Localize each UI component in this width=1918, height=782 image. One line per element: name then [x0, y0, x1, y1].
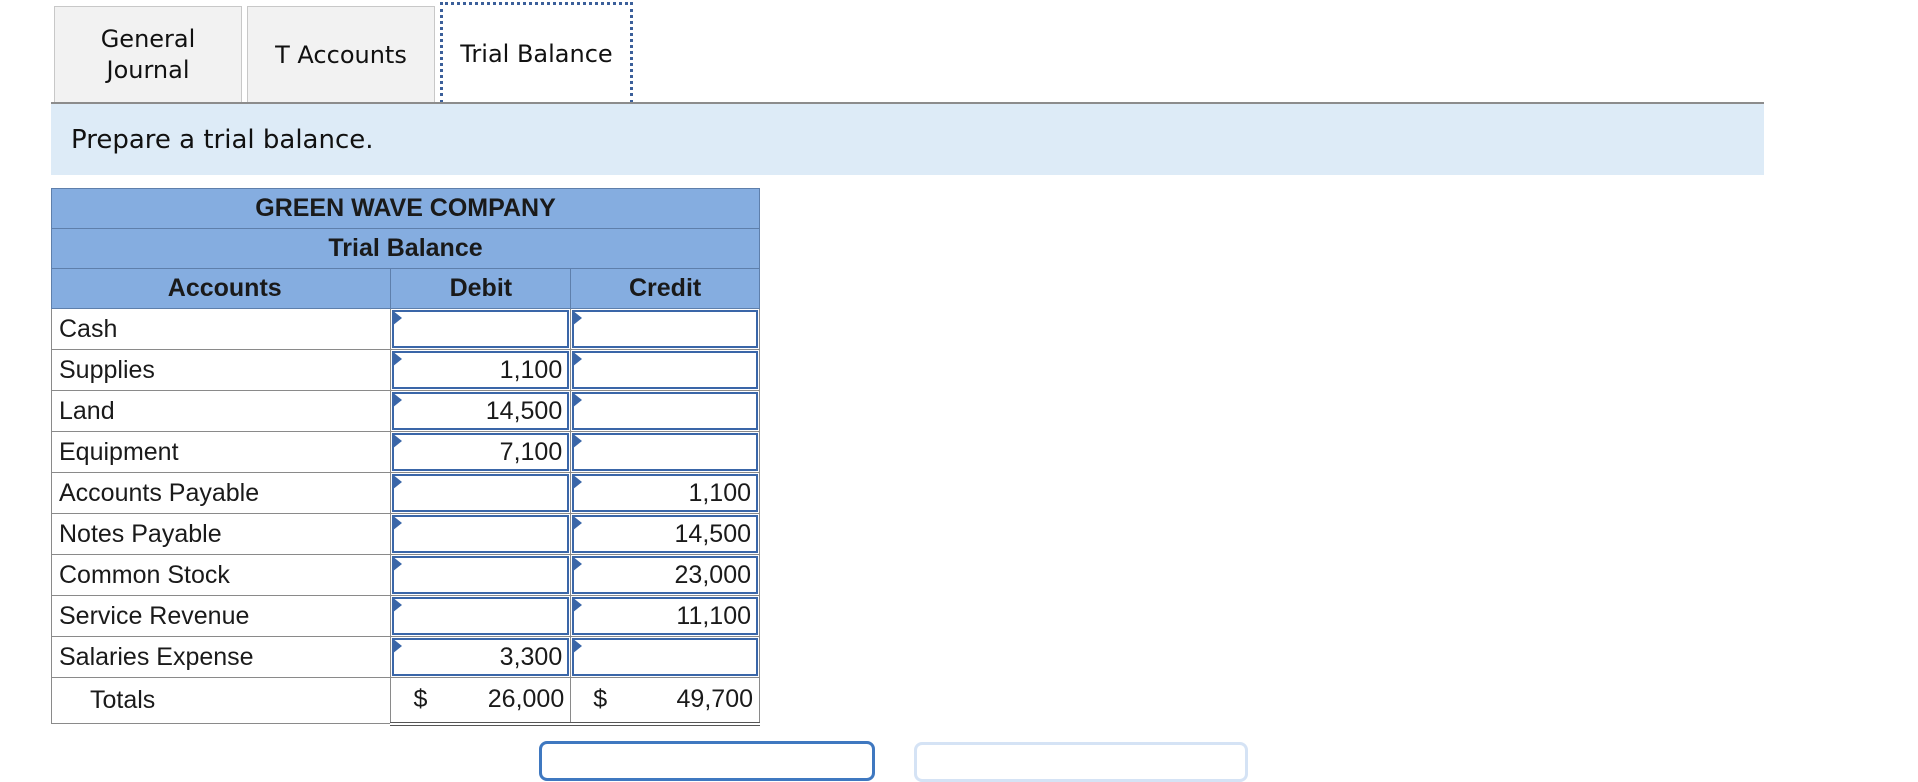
tab-bar: General Journal T Accounts Trial Balance	[54, 2, 638, 103]
totals-label: Totals	[50, 677, 392, 724]
credit-input[interactable]: 14,500	[572, 515, 758, 553]
trial-balance-table: GREEN WAVE COMPANY Trial Balance Account…	[50, 188, 760, 726]
debit-input[interactable]: 7,100	[392, 433, 570, 471]
account-row: Common Stock 23,000	[50, 554, 760, 596]
debit-total-value: 26,000	[487, 685, 565, 713]
account-row: Service Revenue 11,100	[50, 595, 760, 637]
credit-input[interactable]	[572, 310, 758, 348]
account-name: Notes Payable	[50, 513, 392, 555]
credit-input[interactable]	[572, 638, 758, 676]
credit-total: $ 49,700	[570, 677, 760, 726]
account-name: Land	[50, 390, 392, 432]
debit-input[interactable]	[392, 597, 570, 635]
debit-total-symbol: $	[413, 685, 428, 713]
account-name: Accounts Payable	[50, 472, 392, 514]
debit-cell	[390, 308, 572, 350]
credit-input[interactable]	[572, 433, 758, 471]
column-header-row: Accounts Debit Credit	[50, 268, 760, 309]
credit-cell	[570, 390, 760, 432]
debit-input[interactable]	[392, 556, 570, 594]
credit-cell: 14,500	[570, 513, 760, 555]
debit-cell	[390, 513, 572, 555]
account-name: Service Revenue	[50, 595, 392, 637]
credit-cell	[570, 308, 760, 350]
credit-input[interactable]	[572, 351, 758, 389]
credit-input[interactable]: 11,100	[572, 597, 758, 635]
debit-header: Debit	[390, 268, 572, 309]
title-row: Trial Balance	[51, 228, 760, 269]
debit-input[interactable]: 1,100	[392, 351, 570, 389]
accounts-header: Accounts	[50, 268, 392, 309]
instruction-banner: Prepare a trial balance.	[51, 104, 1764, 175]
tab-t-accounts-label: T Accounts	[275, 40, 407, 69]
account-row: Supplies 1,100	[50, 349, 760, 391]
credit-total-value: 49,700	[676, 685, 753, 713]
debit-total: $ 26,000	[390, 677, 572, 726]
account-row: Cash	[50, 308, 760, 350]
prev-button[interactable]	[539, 741, 875, 781]
tab-trial-balance[interactable]: Trial Balance	[440, 2, 633, 103]
debit-input[interactable]	[392, 310, 570, 348]
company-row: GREEN WAVE COMPANY	[51, 188, 760, 229]
credit-input[interactable]: 23,000	[572, 556, 758, 594]
account-name: Salaries Expense	[50, 636, 392, 678]
account-row: Equipment 7,100	[50, 431, 760, 473]
debit-cell: 3,300	[390, 636, 572, 678]
statement-title: Trial Balance	[51, 228, 760, 269]
credit-cell	[570, 431, 760, 473]
debit-cell	[390, 595, 572, 637]
debit-cell: 1,100	[390, 349, 572, 391]
credit-cell	[570, 636, 760, 678]
debit-input[interactable]	[392, 474, 570, 512]
tab-general-journal[interactable]: General Journal	[54, 6, 242, 103]
credit-cell	[570, 349, 760, 391]
tab-general-journal-label: General Journal	[100, 25, 196, 84]
totals-row: Totals $ 26,000 $ 49,700	[50, 677, 760, 726]
account-name: Cash	[50, 308, 392, 350]
debit-input[interactable]	[392, 515, 570, 553]
account-row: Land 14,500	[50, 390, 760, 432]
debit-input[interactable]: 3,300	[392, 638, 570, 676]
next-button[interactable]	[914, 742, 1248, 782]
tab-t-accounts[interactable]: T Accounts	[247, 6, 435, 103]
account-rows: Cash Supplies 1,100 Land 14,500 Equipment 7,10…	[50, 308, 760, 678]
account-name: Common Stock	[50, 554, 392, 596]
debit-cell	[390, 554, 572, 596]
account-name: Supplies	[50, 349, 392, 391]
debit-input[interactable]: 14,500	[392, 392, 570, 430]
debit-cell: 14,500	[390, 390, 572, 432]
credit-cell: 1,100	[570, 472, 760, 514]
company-name: GREEN WAVE COMPANY	[51, 188, 760, 229]
credit-cell: 23,000	[570, 554, 760, 596]
account-row: Accounts Payable 1,100	[50, 472, 760, 514]
account-row: Salaries Expense 3,300	[50, 636, 760, 678]
credit-cell: 11,100	[570, 595, 760, 637]
tab-trial-balance-label: Trial Balance	[460, 39, 613, 68]
account-row: Notes Payable 14,500	[50, 513, 760, 555]
debit-cell	[390, 472, 572, 514]
account-name: Equipment	[50, 431, 392, 473]
credit-header: Credit	[570, 268, 760, 309]
credit-input[interactable]: 1,100	[572, 474, 758, 512]
credit-total-symbol: $	[593, 685, 608, 713]
credit-input[interactable]	[572, 392, 758, 430]
instruction-text: Prepare a trial balance.	[71, 124, 374, 155]
debit-cell: 7,100	[390, 431, 572, 473]
